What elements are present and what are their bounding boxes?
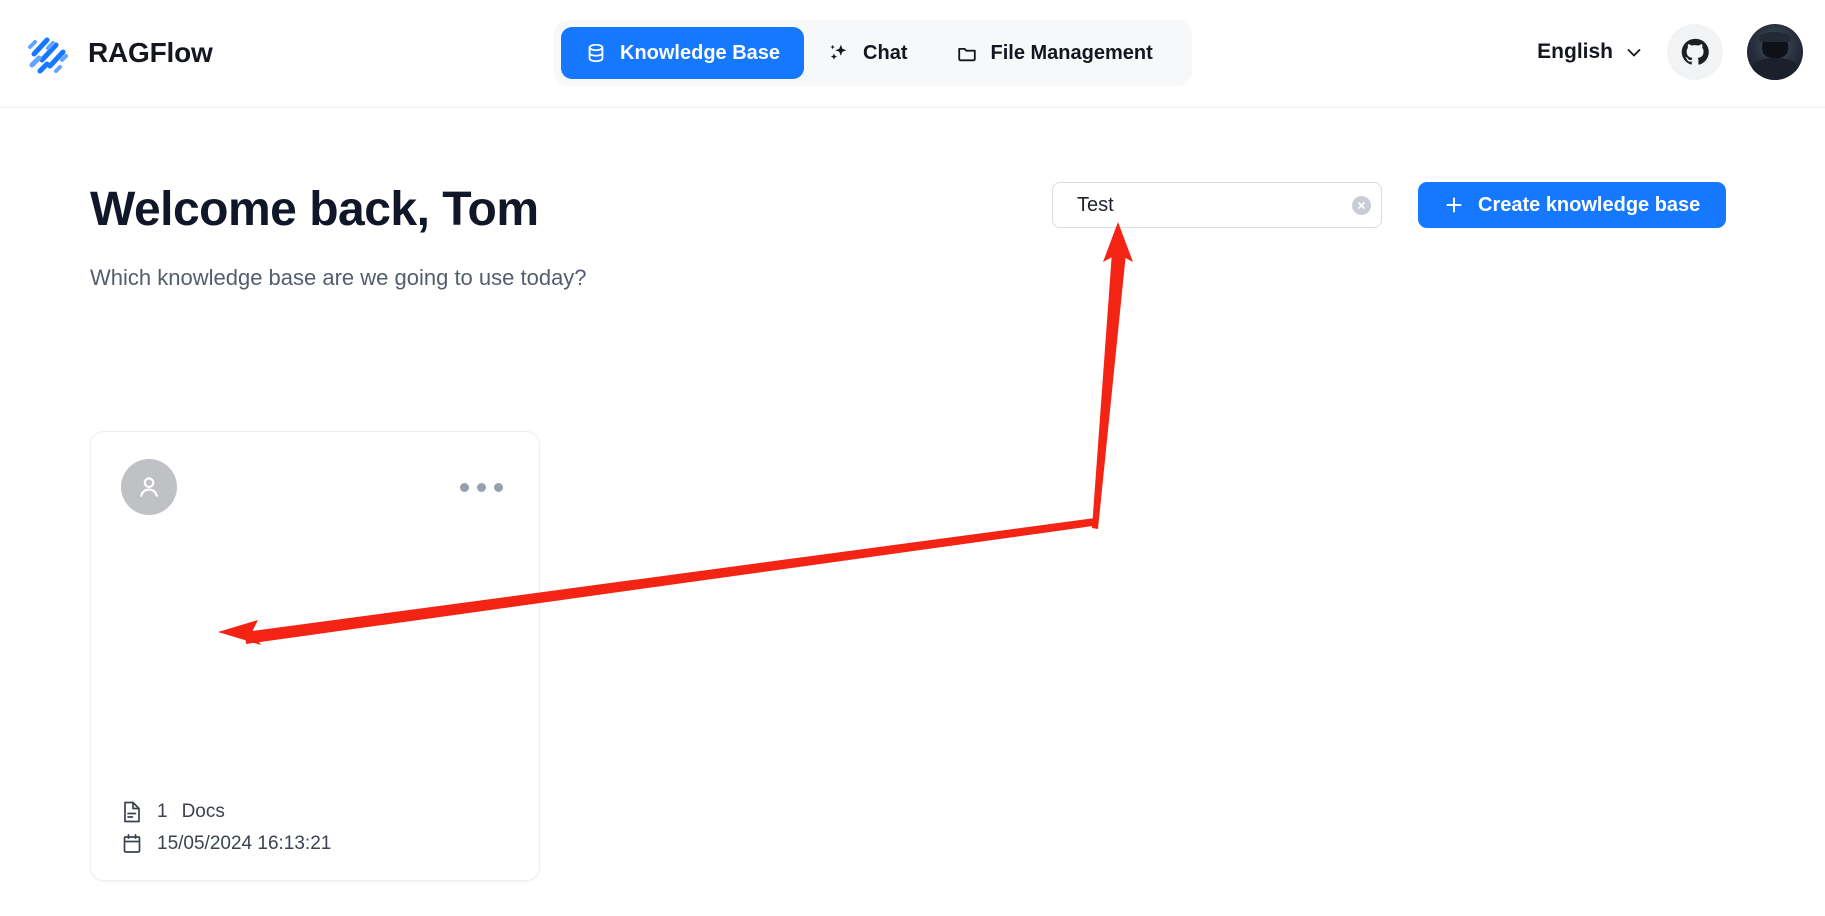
search-box[interactable] (1052, 182, 1382, 228)
folder-icon (956, 42, 978, 64)
create-knowledge-base-label: Create knowledge base (1478, 194, 1700, 217)
page-subtitle: Which knowledge base are we going to use… (90, 265, 587, 291)
brand[interactable]: RAGFlow (22, 27, 213, 79)
github-icon (1680, 37, 1710, 67)
language-selector-label: English (1537, 40, 1613, 64)
more-dot (460, 483, 469, 492)
nav-item-chat[interactable]: Chat (804, 27, 931, 79)
nav-item-knowledge-base[interactable]: Knowledge Base (561, 27, 804, 79)
database-icon (585, 42, 607, 64)
calendar-icon (121, 832, 143, 856)
chevron-down-icon (1625, 46, 1643, 58)
nav-item-knowledge-base-label: Knowledge Base (620, 42, 780, 65)
ragflow-logo-icon (22, 27, 74, 79)
updated-date-row: 15/05/2024 16:13:21 (121, 832, 331, 856)
close-icon (1356, 200, 1367, 211)
nav-item-file-management-label: File Management (991, 42, 1153, 65)
sparkle-icon (828, 42, 850, 64)
page-title: Welcome back, Tom (90, 182, 539, 237)
arrow-to-search-input (1092, 222, 1133, 529)
app-header: RAGFlow Knowledge Base Chat (0, 0, 1825, 108)
github-button[interactable] (1667, 24, 1723, 80)
header-right-controls: English (1537, 24, 1803, 80)
avatar-cap (1759, 32, 1790, 42)
card-metadata: 1 Docs 15/05/2024 16:13:21 (121, 800, 331, 856)
file-icon (121, 800, 143, 824)
knowledge-base-card[interactable]: Test 1 Docs 15/05/2024 16 (90, 431, 540, 881)
docs-label: Docs (182, 801, 225, 823)
updated-date: 15/05/2024 16:13:21 (157, 833, 331, 855)
clear-search-icon[interactable] (1352, 196, 1371, 215)
app-root: RAGFlow Knowledge Base Chat (0, 0, 1825, 916)
language-selector[interactable]: English (1537, 40, 1643, 64)
main-nav: Knowledge Base Chat File Management (554, 20, 1192, 86)
more-dot (494, 483, 503, 492)
nav-item-file-management[interactable]: File Management (932, 27, 1177, 79)
search-input[interactable] (1077, 194, 1342, 217)
card-more-menu-button[interactable] (458, 475, 505, 500)
user-avatar[interactable] (1747, 24, 1803, 80)
docs-count: 1 (157, 801, 168, 823)
user-icon (134, 472, 164, 502)
more-dot (477, 483, 486, 492)
create-knowledge-base-button[interactable]: Create knowledge base (1418, 182, 1726, 228)
nav-item-chat-label: Chat (863, 42, 907, 65)
docs-count-row: 1 Docs (121, 800, 331, 824)
plus-icon (1444, 195, 1464, 215)
card-header (91, 432, 539, 542)
brand-name: RAGFlow (88, 37, 213, 69)
avatar-body (1752, 58, 1798, 80)
knowledge-base-avatar (121, 459, 177, 515)
